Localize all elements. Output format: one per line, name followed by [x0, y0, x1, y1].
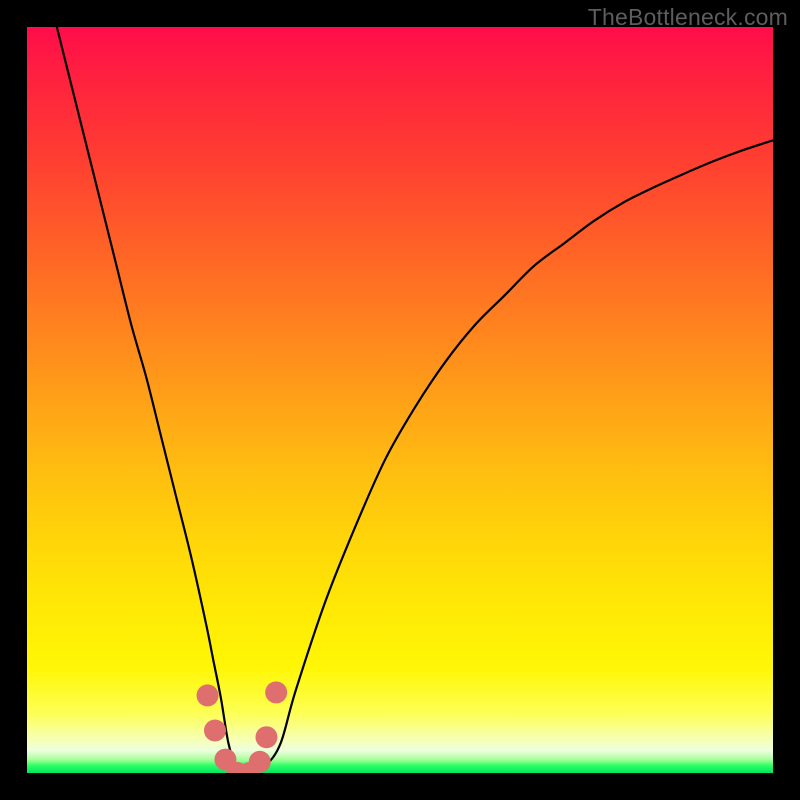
marker-dot: [249, 751, 271, 773]
marker-dot: [255, 726, 277, 748]
curve-path: [57, 27, 773, 773]
marker-dot: [204, 719, 226, 741]
valley-markers: [197, 681, 288, 773]
watermark-text: TheBottleneck.com: [588, 4, 788, 31]
chart-svg: [27, 27, 773, 773]
bottleneck-curve: [57, 27, 773, 773]
chart-frame: TheBottleneck.com: [0, 0, 800, 800]
marker-dot: [197, 684, 219, 706]
marker-dot: [265, 681, 287, 703]
chart-plot-area: [27, 27, 773, 773]
